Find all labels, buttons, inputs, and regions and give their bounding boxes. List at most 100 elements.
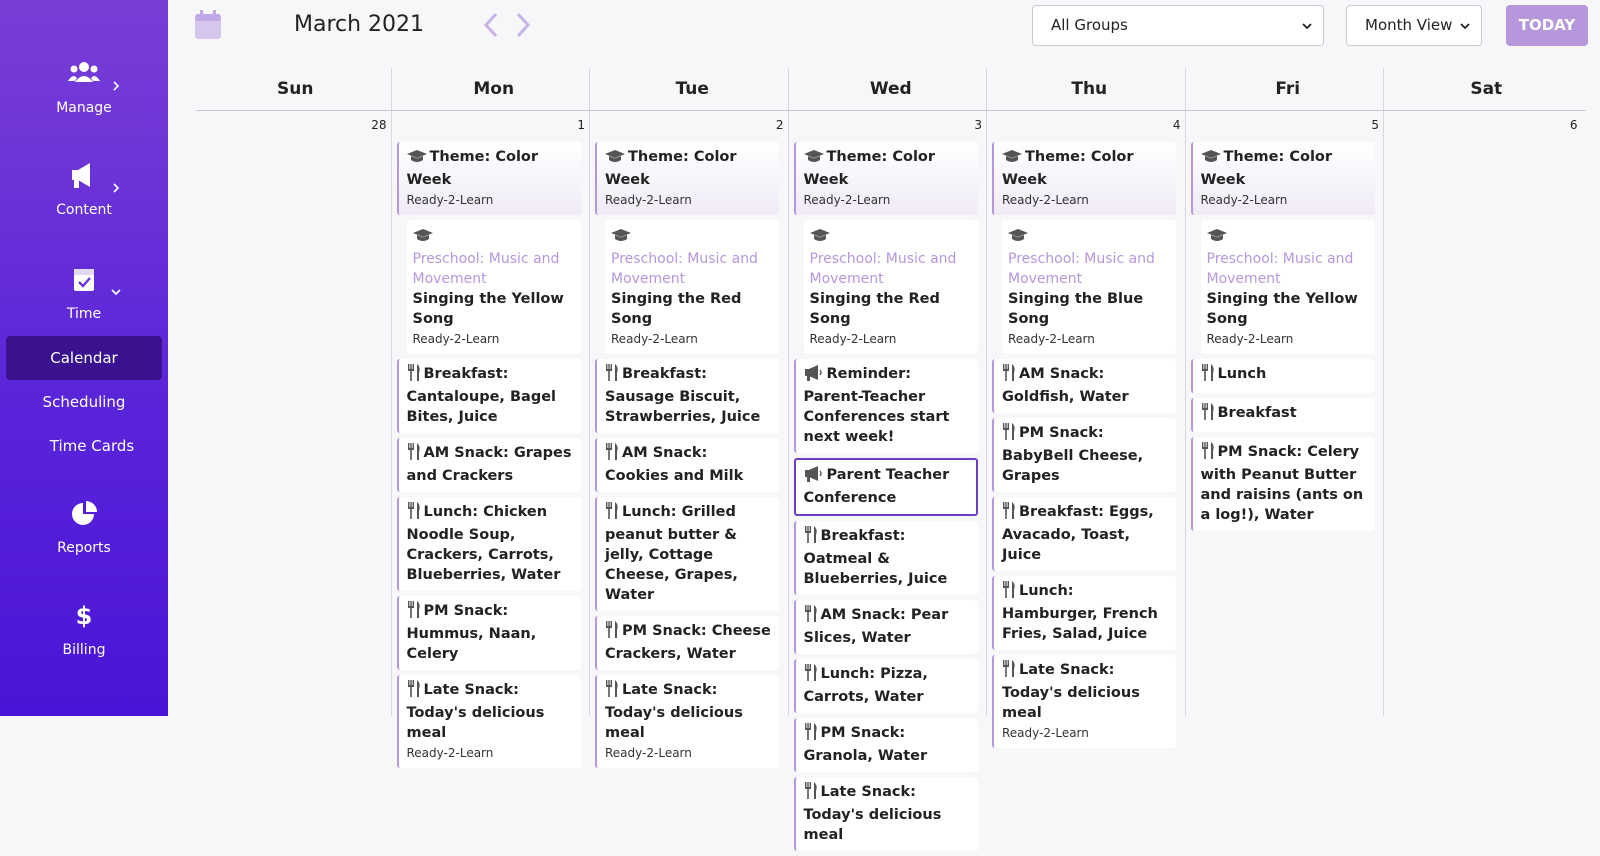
event-source: Ready-2-Learn [406, 746, 494, 760]
meal-event[interactable]: Late Snack: Today's delicious meal Ready-… [992, 655, 1176, 748]
meal-event[interactable]: AM Snack: Pear Slices, Water [793, 600, 978, 654]
megaphone-icon [804, 466, 824, 488]
view-select[interactable]: Month View [1346, 5, 1482, 46]
theme-event[interactable]: Theme: Color Week Ready-2-Learn [595, 142, 779, 215]
meal-event[interactable]: Lunch [1190, 359, 1375, 393]
date-number[interactable]: 3 [960, 118, 982, 132]
theme-event[interactable]: Theme: Color Week Ready-2-Learn [992, 142, 1176, 215]
meal-event[interactable]: Breakfast: Eggs, Avacado, Toast, Juice [992, 497, 1176, 571]
nav-content[interactable]: Content [0, 162, 168, 242]
graduation-cap-icon [1200, 149, 1221, 170]
event-source: Ready-2-Learn [803, 193, 891, 207]
event-title: Late Snack: Today's delicious meal [605, 682, 743, 741]
nav-manage[interactable]: Manage [0, 60, 168, 140]
next-month-arrow-icon[interactable] [510, 10, 534, 40]
meal-event[interactable]: Late Snack: Today's delicious meal [793, 777, 978, 851]
day-cell-mon[interactable]: Theme: Color Week Ready-2-Learn Preschool:… [396, 142, 581, 773]
activity-category: Preschool: Music and Movement [611, 251, 758, 287]
meal-event[interactable]: Breakfast: Cantaloupe, Bagel Bites, Juic… [396, 359, 581, 433]
today-button[interactable]: TODAY [1506, 5, 1588, 46]
event-title: Lunch: Chicken Noodle Soup, Crackers, Ca… [406, 504, 561, 583]
meal-event[interactable]: Lunch: Hamburger, French Fries, Salad, J… [992, 576, 1176, 650]
date-number[interactable]: 28 [365, 118, 386, 132]
date-number[interactable]: 1 [563, 118, 585, 132]
fork-knife-icon [407, 601, 421, 624]
meal-event[interactable]: AM Snack: Goldfish, Water [992, 359, 1176, 413]
sidebar-item-time-cards[interactable]: Time Cards [14, 424, 170, 468]
nav-billing[interactable]: $ Billing [0, 602, 168, 682]
nav-time[interactable]: Time [0, 266, 168, 346]
fork-knife-icon [804, 664, 818, 687]
day-cell-tue[interactable]: Theme: Color Week Ready-2-Learn Preschool:… [595, 142, 779, 773]
meal-event[interactable]: PM Snack: BabyBell Cheese, Grapes [992, 418, 1176, 492]
nav-reports[interactable]: Reports [0, 500, 168, 580]
meal-event[interactable]: Lunch: Pizza, Carrots, Water [793, 659, 978, 713]
fork-knife-icon [1002, 581, 1016, 604]
event-title: PM Snack: Cheese Crackers, Water [605, 623, 771, 662]
meal-event[interactable]: PM Snack: Celery with Peanut Butter and … [1190, 437, 1375, 531]
meal-event[interactable]: Late Snack: Today's delicious meal Ready-… [595, 675, 779, 768]
megaphone-icon [72, 163, 90, 188]
theme-event[interactable]: Theme: Color Week Ready-2-Learn [396, 142, 581, 215]
column-divider [1184, 68, 1186, 716]
activity-event[interactable]: Preschool: Music and Movement Singing the… [605, 220, 779, 354]
fork-knife-icon [804, 723, 818, 746]
meal-event[interactable]: Breakfast: Oatmeal & Blueberries, Juice [793, 521, 978, 595]
activity-category: Preschool: Music and Movement [1206, 251, 1354, 287]
sidebar-item-scheduling[interactable]: Scheduling [6, 380, 162, 424]
day-cell-fri[interactable]: Theme: Color Week Ready-2-Learn Preschool:… [1190, 142, 1375, 536]
activity-event[interactable]: Preschool: Music and Movement Singing the… [1002, 220, 1176, 354]
fork-knife-icon [407, 443, 421, 466]
column-divider [787, 68, 789, 716]
meal-event[interactable]: AM Snack: Grapes and Crackers [396, 438, 581, 492]
meal-event[interactable]: AM Snack: Cookies and Milk [595, 438, 779, 492]
graduation-cap-icon [1206, 228, 1227, 247]
meal-event[interactable]: PM Snack: Hummus, Naan, Celery [396, 596, 581, 670]
group-select[interactable]: All Groups [1032, 5, 1324, 46]
month-title: March 2021 [294, 12, 425, 37]
meal-event[interactable]: Late Snack: Today's delicious meal Ready-… [396, 675, 581, 768]
chevron-down-icon [1460, 23, 1470, 30]
event-title: Late Snack: Today's delicious meal [1002, 662, 1140, 721]
theme-event[interactable]: Theme: Color Week Ready-2-Learn [1190, 142, 1375, 215]
activity-category: Preschool: Music and Movement [1008, 251, 1155, 287]
view-select-value: Month View [1365, 16, 1453, 34]
sidebar-item-calendar[interactable]: Calendar [6, 336, 162, 380]
calendar-header: March 2021 All Groups Month View TODAY [168, 0, 1600, 60]
date-number[interactable]: 6 [1556, 118, 1578, 132]
meal-event[interactable]: PM Snack: Granola, Water [793, 718, 978, 772]
graduation-cap-icon [605, 149, 625, 170]
day-cell-thu[interactable]: Theme: Color Week Ready-2-Learn Preschool:… [992, 142, 1176, 753]
announcement-event[interactable]: Reminder: Parent-Teacher Conferences sta… [793, 359, 978, 453]
meal-event[interactable]: Lunch: Grilled peanut butter & jelly, Co… [595, 497, 779, 611]
meal-event[interactable]: Lunch: Chicken Noodle Soup, Crackers, Ca… [396, 497, 581, 591]
nav-billing-label: Billing [62, 642, 106, 658]
announcement-event[interactable]: Parent Teacher Conference [793, 458, 978, 516]
calendar-icon[interactable] [194, 10, 222, 40]
theme-event[interactable]: Theme: Color Week Ready-2-Learn [793, 142, 978, 215]
prev-month-arrow-icon[interactable] [480, 10, 504, 40]
pie-chart-icon [72, 501, 97, 525]
event-source: Ready-2-Learn [809, 332, 897, 346]
meal-event[interactable]: Breakfast: Sausage Biscuit, Strawberries… [595, 359, 779, 433]
event-title: Lunch: Pizza, Carrots, Water [803, 666, 928, 705]
day-cell-wed[interactable]: Theme: Color Week Ready-2-Learn Preschool:… [793, 142, 978, 856]
event-title: Late Snack: Today's delicious meal [803, 784, 942, 843]
date-number[interactable]: 4 [1159, 118, 1181, 132]
activity-event[interactable]: Preschool: Music and Movement Singing the… [406, 220, 581, 354]
meal-event[interactable]: Breakfast [1190, 398, 1375, 432]
fork-knife-icon [804, 526, 818, 549]
activity-event[interactable]: Preschool: Music and Movement Singing the… [1200, 220, 1375, 354]
meal-event[interactable]: PM Snack: Cheese Crackers, Water [595, 616, 779, 670]
sidebar: Manage Content Time Calendar Scheduling … [0, 0, 168, 716]
event-title: Breakfast [1217, 405, 1297, 421]
dollar-icon: $ [76, 602, 93, 630]
date-number[interactable]: 2 [762, 118, 784, 132]
fork-knife-icon [605, 364, 619, 387]
event-source: Ready-2-Learn [1002, 193, 1089, 207]
column-divider [986, 68, 987, 716]
activity-event[interactable]: Preschool: Music and Movement Singing the… [803, 220, 978, 354]
nav-manage-label: Manage [56, 100, 112, 116]
event-title: Breakfast: Eggs, Avacado, Toast, Juice [1002, 504, 1154, 563]
date-number[interactable]: 5 [1357, 118, 1379, 132]
